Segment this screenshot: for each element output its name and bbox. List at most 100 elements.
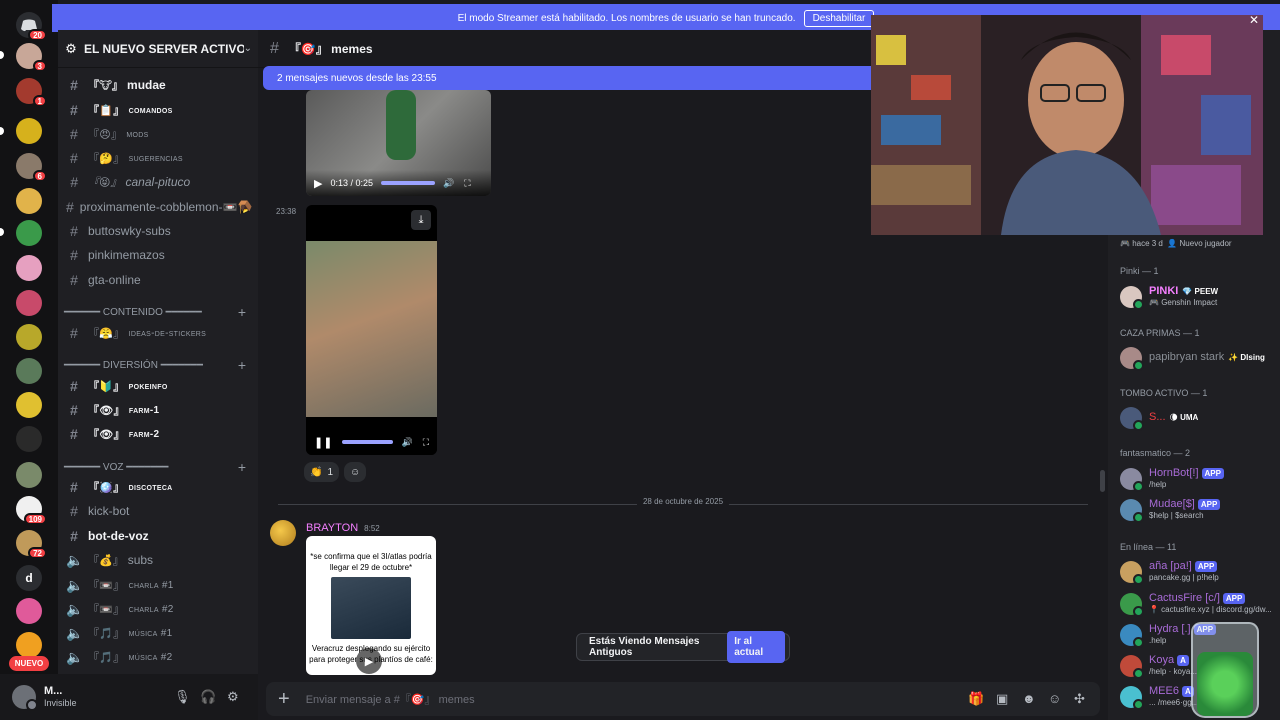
channel-charla-2[interactable]: 🔈 『📼』 charla #2 xyxy=(64,598,252,620)
app-badge: APP xyxy=(1194,560,1218,572)
server-icon[interactable]: 3 xyxy=(16,43,47,72)
emoji-icon[interactable]: ☺ xyxy=(1048,691,1061,706)
channel-discoteca[interactable]: # 『🪩』 discoteca xyxy=(64,476,252,498)
channel-kick-bot[interactable]: # kick-bot xyxy=(64,500,252,522)
channel-farm-2[interactable]: # 『👁』 farm-2 xyxy=(64,423,252,445)
server-header[interactable]: ⚙ EL NUEVO SERVER ACTIVO D... ⌄ xyxy=(58,30,258,68)
video-attachment[interactable]: ⤓ ❚❚ 🔊 ⛶ xyxy=(306,205,437,455)
avatar[interactable] xyxy=(12,685,38,711)
channel-mudae[interactable]: # 『🐮』 mudae xyxy=(64,74,252,96)
channel-comandos[interactable]: # 『📋』 comandos xyxy=(64,99,252,121)
gear-icon[interactable]: ⚙ xyxy=(227,689,239,705)
apps-icon[interactable]: ✣ xyxy=(1074,691,1085,707)
member-name-text: MEE6 xyxy=(1149,685,1179,697)
channel-pinkimemazos[interactable]: # pinkimemazos xyxy=(64,244,252,266)
new-messages-bar[interactable]: 2 mensajes nuevos desde las 23:55 xyxy=(263,66,873,90)
channel-musica-2[interactable]: 🔈 『🎵』 música #2 xyxy=(64,646,252,668)
play-icon[interactable]: ▶ xyxy=(356,648,382,674)
add-channel-icon[interactable]: + xyxy=(238,304,246,320)
server-icon[interactable] xyxy=(16,220,42,246)
jump-to-present-button[interactable]: Ir al actual xyxy=(727,631,785,663)
channel-pokeinfo[interactable]: # 『🔰』 pokeinfo xyxy=(64,375,252,397)
fullscreen-icon[interactable]: ⛶ xyxy=(423,437,429,448)
channel-prefix: 『📋』 xyxy=(88,105,125,117)
video-attachment[interactable]: ▶ 0:13 / 0:25 🔊 ⛶ xyxy=(306,90,491,196)
channel-prefix: 『🪩』 xyxy=(88,482,125,494)
video-progress[interactable] xyxy=(381,181,436,185)
volume-icon[interactable]: 🔊 xyxy=(443,178,454,189)
video-progress[interactable] xyxy=(342,440,394,444)
server-icon[interactable]: 1 xyxy=(16,78,47,107)
member-item[interactable]: Mudae[$] APP $help | $search xyxy=(1120,497,1280,523)
channel-bot-de-voz[interactable]: # bot-de-voz xyxy=(64,525,252,547)
fullscreen-icon[interactable]: ⛶ xyxy=(464,178,470,189)
message-timestamp: 23:38 xyxy=(276,207,297,216)
channel-musica-1[interactable]: 🔈 『🎵』 música #1 xyxy=(64,622,252,644)
member-item[interactable]: HornBot[!] APP /help xyxy=(1120,466,1280,492)
server-icon[interactable] xyxy=(16,324,42,350)
scrollbar[interactable] xyxy=(1100,470,1105,492)
close-icon[interactable]: ✕ xyxy=(1249,15,1259,27)
server-icon[interactable] xyxy=(16,632,42,658)
server-icon[interactable]: d xyxy=(16,565,42,591)
category-label: ━━━━━━ DIVERSIÓN ━━━━━━━ xyxy=(64,359,203,371)
app-badge: APP xyxy=(1197,498,1221,510)
channel-name: ideas-de-stickers xyxy=(128,327,207,339)
channel-canal-pituco[interactable]: # 『😝』 canal-pituco xyxy=(64,171,252,193)
channel-sugerencias[interactable]: # 『🤔』 sugerencias xyxy=(64,147,252,169)
sticker-icon[interactable]: ☻ xyxy=(1022,691,1036,706)
meme-caption-top: *se confirma que el 3I/atlas podría lleg… xyxy=(310,552,432,572)
member-item[interactable]: S... 🌘 UMA xyxy=(1120,405,1280,431)
server-icon[interactable] xyxy=(16,118,42,144)
message-author[interactable]: BRAYTON 8:52 xyxy=(306,522,380,534)
download-icon[interactable]: ⤓ xyxy=(411,210,431,230)
add-channel-icon[interactable]: + xyxy=(238,357,246,373)
category-voz[interactable]: ━━━━━━ VOZ ━━━━━━━ + xyxy=(64,458,252,476)
new-badge[interactable]: NUEVO xyxy=(9,656,49,671)
channel-ideas-de-stickers[interactable]: # 『😤』 ideas-de-stickers xyxy=(64,322,252,344)
server-icon[interactable] xyxy=(16,255,42,281)
message-input[interactable]: + Enviar mensaje a #『🎯』 memes 🎁 ▣ ☻ ☺ ✣ xyxy=(266,682,1100,716)
member-item[interactable]: aña [pa!] APP pancake.gg | p!help xyxy=(1120,559,1280,585)
server-icon[interactable]: 6 xyxy=(16,153,47,182)
channel-buttoswky-subs[interactable]: # buttoswky-subs xyxy=(64,220,252,242)
channel-gta-online[interactable]: # gta-online xyxy=(64,269,252,291)
member-item[interactable]: papibryan stark ✨ Dlsing xyxy=(1120,345,1280,371)
channel-subs[interactable]: 🔈 『💰』 subs xyxy=(64,549,252,571)
server-icon[interactable] xyxy=(16,188,42,214)
channel-farm-1[interactable]: # 『👁』 farm-1 xyxy=(64,399,252,421)
server-icon[interactable]: 72 xyxy=(16,530,47,559)
pause-icon[interactable]: ❚❚ xyxy=(314,436,332,449)
disable-button[interactable]: Deshabilitar xyxy=(803,9,875,27)
member-item[interactable]: CactusFire [c/] APP 📍 cactusfire.xyz | di… xyxy=(1120,591,1280,617)
gif-icon[interactable]: ▣ xyxy=(996,691,1008,707)
add-reaction-icon[interactable]: ☺ xyxy=(344,462,366,482)
category-contenido[interactable]: ━━━━━━ CONTENIDO ━━━━━━ + xyxy=(64,303,252,321)
member-item[interactable]: PINKI 💎 PEEW 🎮 Genshin Impact xyxy=(1120,284,1280,310)
member-group-title: Pinki — 1 xyxy=(1120,266,1159,276)
server-icon[interactable] xyxy=(16,392,42,418)
direct-messages-icon[interactable]: 20 xyxy=(16,12,47,41)
channel-charla-1[interactable]: 🔈 『📼』 charla #1 xyxy=(64,574,252,596)
server-icon[interactable] xyxy=(16,358,42,384)
server-icon[interactable] xyxy=(16,598,42,624)
microphone-icon[interactable]: 🎙 xyxy=(174,689,191,705)
volume-icon[interactable]: 🔊 xyxy=(401,437,412,448)
reaction[interactable]: 👏 1 xyxy=(304,462,340,482)
image-attachment[interactable]: *se confirma que el 3I/atlas podría lleg… xyxy=(306,536,436,675)
gift-icon[interactable]: 🎁 xyxy=(968,691,984,707)
server-icon[interactable]: 109 xyxy=(16,496,47,525)
member-status: /help xyxy=(1149,480,1167,489)
member-name-text: HornBot[!] xyxy=(1149,467,1199,479)
add-attachment-icon[interactable]: + xyxy=(278,688,290,711)
channel-proximamente[interactable]: # proximamente-cobblemon-📼🪤 ... xyxy=(64,196,252,218)
channel-mods[interactable]: # 『😠』 mods xyxy=(64,123,252,145)
add-channel-icon[interactable]: + xyxy=(238,459,246,475)
server-icon[interactable] xyxy=(16,462,42,488)
server-icon[interactable] xyxy=(16,290,42,316)
avatar[interactable] xyxy=(270,520,296,546)
headphones-icon[interactable]: 🎧 xyxy=(200,689,216,705)
play-icon[interactable]: ▶ xyxy=(314,177,322,190)
server-icon[interactable] xyxy=(16,426,42,452)
category-diversion[interactable]: ━━━━━━ DIVERSIÓN ━━━━━━━ + xyxy=(64,356,252,374)
